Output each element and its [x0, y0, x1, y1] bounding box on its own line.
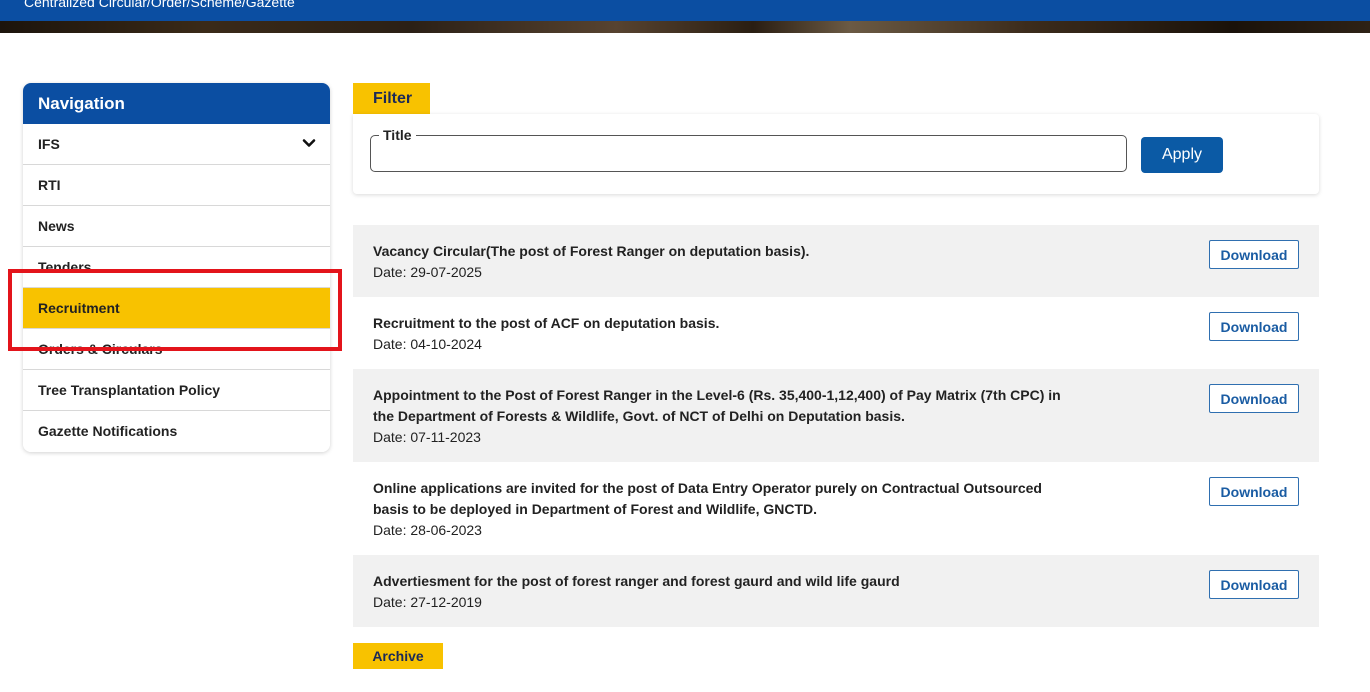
- item-date: Date: 27-12-2019: [373, 594, 482, 610]
- sidebar-item-rti[interactable]: RTI: [23, 165, 330, 206]
- sidebar-item-label: News: [38, 218, 75, 234]
- download-button[interactable]: Download: [1209, 477, 1299, 506]
- sidebar-item-news[interactable]: News: [23, 206, 330, 247]
- sidebar-item-gazette-notifications[interactable]: Gazette Notifications: [23, 411, 330, 452]
- item-title: Advertiesment for the post of forest ran…: [373, 573, 900, 589]
- sidebar-item-label: Orders & Circulars: [38, 341, 163, 357]
- sidebar-item-label: Gazette Notifications: [38, 423, 178, 439]
- sidebar-item-orders-circulars[interactable]: Orders & Circulars: [23, 329, 330, 370]
- list-item: Recruitment to the post of ACF on deputa…: [353, 297, 1319, 369]
- item-title: Vacancy Circular(The post of Forest Rang…: [373, 243, 810, 259]
- list-item: Online applications are invited for the …: [353, 462, 1319, 555]
- list-item: Advertiesment for the post of forest ran…: [353, 555, 1319, 627]
- download-button[interactable]: Download: [1209, 240, 1299, 269]
- sidebar-item-label: RTI: [38, 177, 61, 193]
- item-date: Date: 28-06-2023: [373, 522, 482, 538]
- item-title: Appointment to the Post of Forest Ranger…: [373, 387, 1061, 424]
- list-item: Appointment to the Post of Forest Ranger…: [353, 369, 1319, 462]
- sidebar-item-ifs[interactable]: IFS: [23, 124, 330, 165]
- sidebar-item-tree-transplantation-policy[interactable]: Tree Transplantation Policy: [23, 370, 330, 411]
- recruitment-list: Vacancy Circular(The post of Forest Rang…: [353, 225, 1319, 627]
- title-input[interactable]: [377, 142, 1117, 166]
- sidebar-item-recruitment[interactable]: Recruitment: [23, 288, 330, 329]
- banner-image-strip: [0, 21, 1370, 33]
- download-button[interactable]: Download: [1209, 312, 1299, 341]
- navigation-header: Navigation: [23, 83, 330, 124]
- download-button[interactable]: Download: [1209, 384, 1299, 413]
- list-item: Vacancy Circular(The post of Forest Rang…: [353, 225, 1319, 297]
- sidebar-item-label: IFS: [38, 136, 60, 152]
- item-date: Date: 07-11-2023: [373, 429, 481, 445]
- sidebar-item-label: Recruitment: [38, 300, 120, 316]
- sidebar-item-tenders[interactable]: Tenders: [23, 247, 330, 288]
- title-field-label: Title: [379, 127, 416, 143]
- title-fieldset: Title: [370, 127, 1127, 172]
- item-date: Date: 29-07-2025: [373, 264, 482, 280]
- item-date: Date: 04-10-2024: [373, 336, 482, 352]
- filter-tab: Filter: [353, 83, 430, 114]
- item-title: Recruitment to the post of ACF on deputa…: [373, 315, 720, 331]
- archive-button[interactable]: Archive: [353, 643, 443, 669]
- download-button[interactable]: Download: [1209, 570, 1299, 599]
- top-banner: Centralized Circular/Order/Scheme/Gazett…: [0, 0, 1370, 33]
- apply-button[interactable]: Apply: [1141, 137, 1223, 173]
- filter-panel: Title Apply: [353, 114, 1319, 194]
- navigation-sidebar: Navigation IFS RTI News Tenders Recruitm…: [23, 83, 330, 452]
- sidebar-item-label: Tree Transplantation Policy: [38, 382, 221, 398]
- sidebar-item-label: Tenders: [38, 259, 92, 275]
- banner-text: Centralized Circular/Order/Scheme/Gazett…: [24, 0, 295, 10]
- item-title: Online applications are invited for the …: [373, 480, 1042, 517]
- chevron-down-icon[interactable]: [302, 136, 316, 150]
